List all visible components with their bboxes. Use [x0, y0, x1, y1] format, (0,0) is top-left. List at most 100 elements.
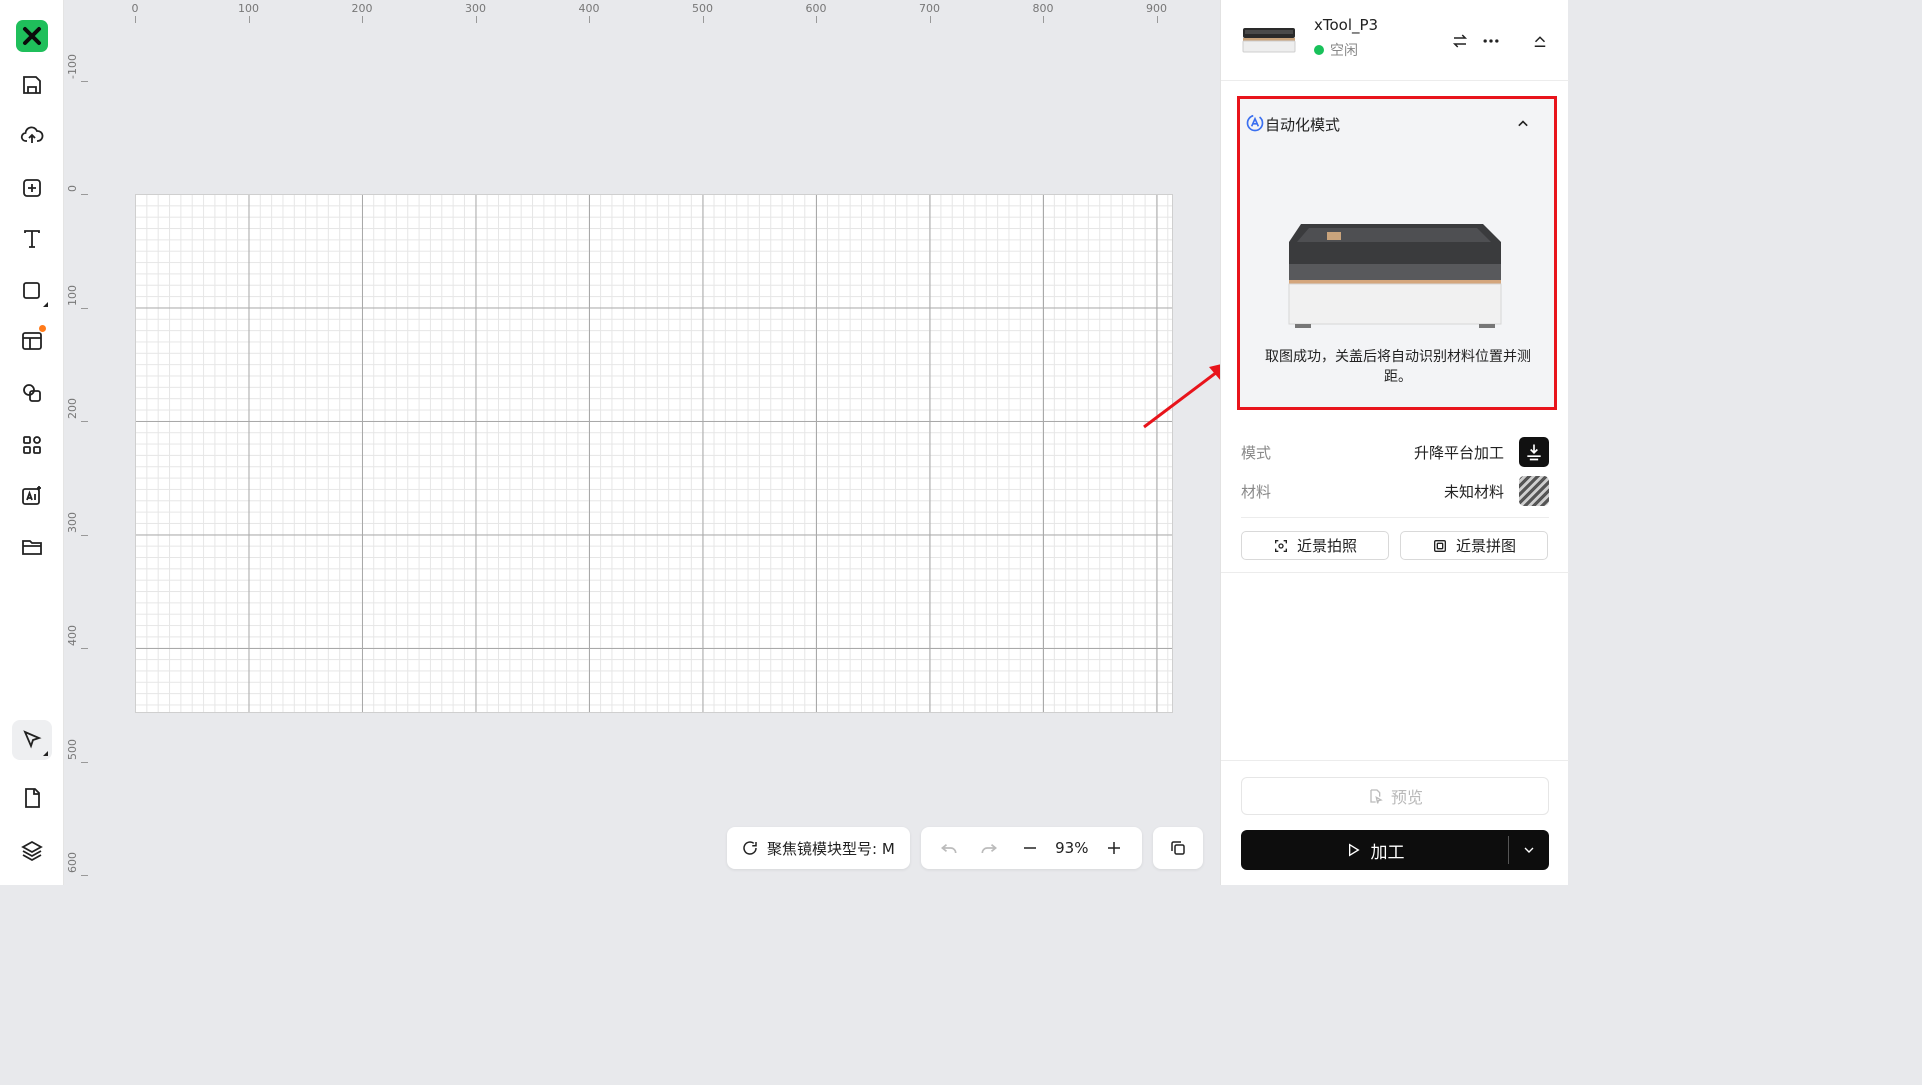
ruler-tick [702, 16, 704, 23]
divider [1241, 517, 1549, 518]
design-canvas[interactable]: 0 100 200 300 400 500 600 700 800 900 -100 0 100 200… [64, 0, 1220, 885]
redo-icon [981, 844, 998, 854]
ruler-tick [81, 875, 88, 876]
work-area-grid[interactable] [135, 194, 1173, 713]
ruler-label-y: 600 [66, 852, 79, 873]
ruler-tick [81, 534, 88, 536]
ruler-label-x: 400 [578, 2, 600, 15]
ruler-tick [362, 16, 363, 23]
divider [1221, 572, 1569, 573]
ruler-label-x: 600 [805, 2, 827, 15]
auto-mode-title: 自动化模式 [1265, 116, 1341, 134]
material-value[interactable]: 未知材料 [1444, 481, 1504, 502]
template-icon[interactable] [12, 321, 52, 361]
add-square-icon[interactable] [12, 168, 52, 208]
ai-icon[interactable] [12, 476, 52, 516]
plus-icon [1107, 842, 1120, 854]
left-ruler: -100 0 100 200 300 400 500 600 [64, 0, 90, 885]
ruler-tick [81, 421, 88, 422]
ruler-tick [81, 80, 88, 82]
submenu-indicator-icon [43, 302, 48, 307]
xtool-logo-icon[interactable] [16, 20, 48, 52]
copy-button[interactable] [1153, 827, 1203, 869]
process-button-group: 加工 [1241, 830, 1549, 870]
laser-machine-image [1288, 224, 1502, 328]
undo-button[interactable] [934, 833, 964, 863]
ruler-label-y: 500 [66, 738, 79, 760]
ruler-label-y: 0 [66, 185, 79, 192]
device-name: xTool_P3 [1314, 16, 1379, 34]
mode-label: 模式 [1241, 444, 1272, 462]
play-icon [1348, 843, 1360, 857]
closeup-photo-button[interactable]: 近景拍照 [1241, 531, 1389, 560]
shape-tool-icon[interactable] [12, 271, 52, 311]
camera-focus-icon [1274, 539, 1287, 552]
combine-icon[interactable] [12, 373, 52, 413]
ruler-label-x: 700 [919, 2, 940, 15]
redo-button[interactable] [974, 833, 1004, 863]
ruler-label-x: 800 [1032, 2, 1054, 15]
preview-icon [1370, 789, 1383, 804]
copy-icon [1171, 841, 1185, 855]
stitch-icon [1433, 539, 1446, 552]
ruler-tick [589, 16, 590, 23]
layers-icon[interactable] [12, 830, 52, 870]
process-button[interactable]: 加工 [1241, 830, 1508, 870]
ruler-tick [248, 16, 250, 23]
ruler-label-y: 200 [66, 398, 79, 419]
ruler-label-x: 0 [131, 2, 139, 15]
apps-icon[interactable] [12, 425, 52, 465]
ruler-tick [1156, 16, 1158, 23]
unknown-material-icon[interactable] [1519, 476, 1549, 506]
closeup-stitch-label: 近景拼图 [1455, 537, 1516, 555]
zoom-level: 93% [1055, 839, 1089, 857]
undo-icon [941, 844, 957, 854]
lift-platform-icon[interactable] [1519, 437, 1549, 467]
device-status: 空闲 [1314, 40, 1358, 60]
more-options-icon[interactable] [1480, 30, 1502, 52]
ruler-tick [81, 761, 88, 763]
save-icon[interactable] [12, 65, 52, 105]
mode-value[interactable]: 升降平台加工 [1414, 442, 1504, 463]
preview-button[interactable]: 预览 [1241, 777, 1549, 815]
status-dot [1314, 45, 1324, 55]
process-dropdown-button[interactable] [1509, 830, 1549, 870]
top-ruler: 0 100 200 300 400 500 600 700 800 900 [64, 0, 1220, 26]
minus-icon [1023, 847, 1036, 849]
collapse-panel-icon[interactable] [1529, 30, 1551, 52]
zoom-in-button[interactable] [1099, 833, 1129, 863]
submenu-indicator-icon [43, 751, 48, 756]
zoom-controls: 93% [921, 827, 1142, 869]
ruler-label-x: 100 [238, 2, 259, 15]
preview-label: 预览 [1390, 788, 1423, 807]
closeup-stitch-button[interactable]: 近景拼图 [1400, 531, 1548, 560]
ruler-label-x: 200 [351, 2, 373, 15]
divider [1221, 760, 1569, 761]
document-icon[interactable] [12, 778, 52, 818]
zoom-out-button[interactable] [1015, 833, 1045, 863]
closeup-photo-label: 近景拍照 [1296, 537, 1357, 555]
focus-lens-button[interactable]: 聚焦镜模块型号: M [727, 827, 910, 869]
left-toolbar [0, 0, 64, 885]
ruler-tick [816, 16, 817, 23]
focus-lens-label: 聚焦镜模块型号: M [767, 839, 895, 858]
auto-mode-message: 取图成功，关盖后将自动识别材料位置并测距。 [1265, 349, 1531, 385]
chevron-up-icon[interactable] [1513, 114, 1533, 134]
ruler-tick [475, 16, 477, 23]
text-tool-icon[interactable] [12, 219, 52, 259]
ruler-tick [1043, 16, 1044, 23]
switch-device-icon[interactable] [1449, 30, 1471, 52]
refresh-icon [743, 841, 757, 855]
ruler-label-y: 100 [66, 284, 79, 306]
folder-icon[interactable] [12, 527, 52, 567]
device-panel: xTool_P3 空闲 自动化模式 取图成功，关盖后将自动识别材料位置并测距。 [1220, 0, 1569, 885]
device-thumbnail-icon [1242, 28, 1296, 53]
ruler-tick [81, 307, 88, 309]
upload-cloud-icon[interactable] [12, 115, 52, 155]
chevron-down-icon [1524, 847, 1534, 853]
select-tool-icon[interactable] [12, 720, 52, 760]
device-status-text: 空闲 [1330, 43, 1358, 59]
auto-mode-icon [1246, 114, 1264, 132]
ruler-label-y: 400 [66, 625, 79, 646]
ruler-label-x: 500 [692, 2, 713, 15]
